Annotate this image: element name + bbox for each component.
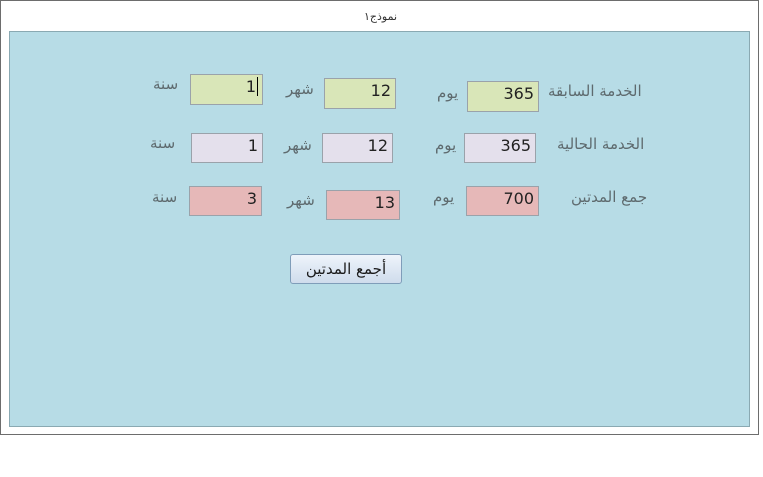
total-duration-days-unit: يوم [433, 188, 455, 206]
total-duration-label: جمع المدتين [571, 188, 648, 206]
previous-service-months-field[interactable]: 12 [324, 78, 396, 109]
current-service-label: الخدمة الحالية [557, 135, 645, 153]
current-service-days-unit: يوم [435, 136, 457, 154]
current-service-months-field[interactable]: 12 [322, 133, 393, 163]
total-duration-years-unit: سنة [152, 188, 178, 206]
current-service-days-field[interactable]: 365 [464, 133, 536, 163]
previous-service-label: الخدمة السابقة [548, 82, 642, 100]
previous-service-months-unit: شهر [286, 80, 314, 98]
total-duration-days-field[interactable]: 700 [466, 186, 539, 216]
total-duration-years-field[interactable]: 3 [189, 186, 262, 216]
current-service-months-unit: شهر [284, 136, 312, 154]
sum-durations-button[interactable]: أجمع المدتين [290, 254, 402, 284]
total-duration-months-unit: شهر [287, 191, 315, 209]
current-service-years-field[interactable]: 1 [191, 133, 263, 163]
previous-service-years-field[interactable]: 1 [190, 74, 263, 105]
total-duration-months-field[interactable]: 13 [326, 190, 400, 220]
previous-service-days-unit: يوم [437, 84, 459, 102]
previous-service-years-unit: سنة [153, 75, 179, 93]
current-service-years-unit: سنة [150, 134, 176, 152]
form-tab-title[interactable]: نموذج١ [1, 10, 760, 23]
previous-service-days-field[interactable]: 365 [467, 81, 539, 112]
text-caret [257, 77, 258, 96]
previous-service-years-value: 1 [245, 77, 256, 96]
